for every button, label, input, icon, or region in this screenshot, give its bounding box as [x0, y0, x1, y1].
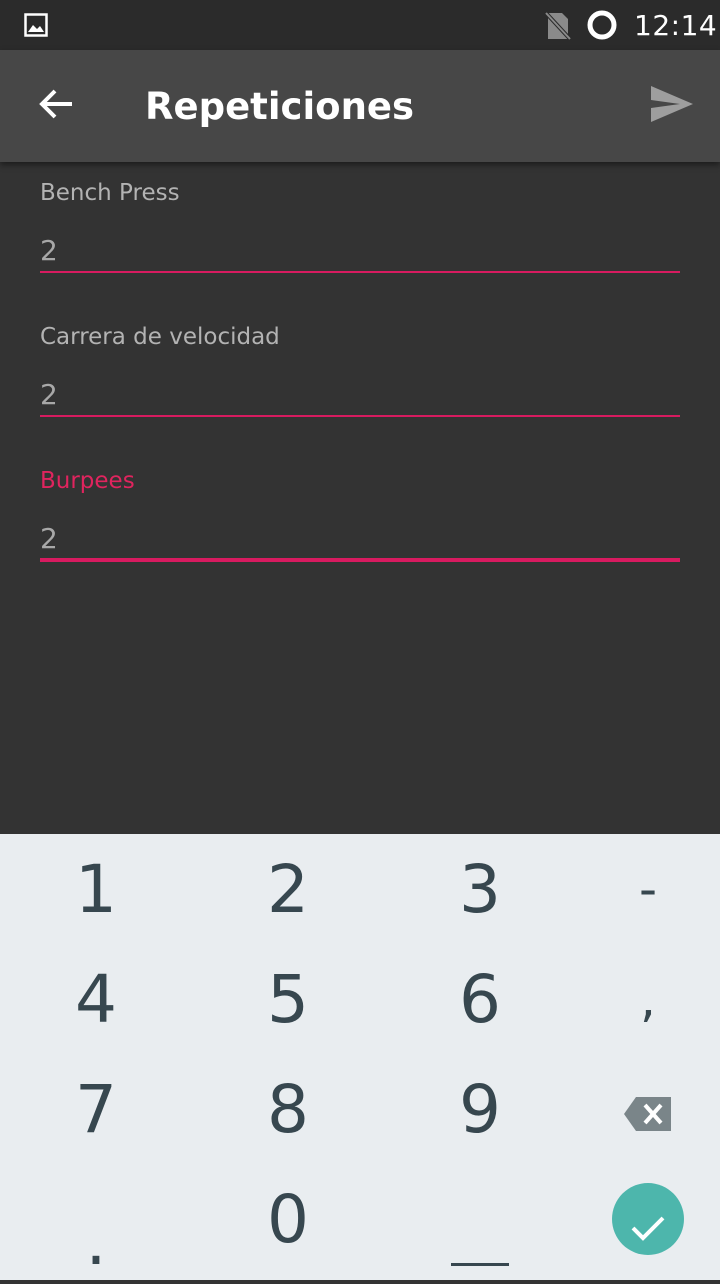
send-icon [650, 85, 694, 128]
checkmark-icon [630, 1181, 666, 1258]
back-button[interactable] [20, 78, 92, 134]
numeric-keyboard: 1 2 3 - 4 5 6 , 7 8 9 . 0 [0, 834, 720, 1280]
key-3[interactable]: 3 [390, 834, 570, 944]
key-0[interactable]: 0 [198, 1164, 378, 1274]
key-done[interactable] [558, 1164, 720, 1274]
field-label: Burpees [40, 468, 135, 494]
field-underline [40, 271, 680, 273]
field-input[interactable]: 2 [40, 378, 58, 411]
key-minus[interactable]: - [558, 834, 720, 944]
status-clock: 12:14 [634, 9, 718, 42]
status-bar: 12:14 [0, 0, 720, 50]
gallery-icon [24, 13, 48, 42]
key-comma[interactable]: , [558, 944, 720, 1054]
key-space[interactable] [390, 1164, 570, 1274]
key-4[interactable]: 4 [6, 944, 186, 1054]
battery-ring-icon [586, 9, 618, 46]
field-label: Bench Press [40, 180, 180, 206]
key-label: . [85, 1202, 107, 1280]
key-1[interactable]: 1 [6, 834, 186, 944]
field-label: Carrera de velocidad [40, 324, 280, 350]
field-carrera-de-velocidad[interactable]: Carrera de velocidad 2 [40, 306, 680, 418]
no-sim-icon [544, 11, 572, 46]
space-icon [451, 1207, 509, 1284]
field-burpees[interactable]: Burpees 2 [40, 450, 680, 562]
key-2[interactable]: 2 [198, 834, 378, 944]
send-button[interactable] [636, 78, 708, 134]
app-bar: Repeticiones [0, 50, 720, 162]
field-underline [40, 415, 680, 417]
key-5[interactable]: 5 [198, 944, 378, 1054]
arrow-back-icon [38, 88, 74, 125]
backspace-icon [623, 1071, 673, 1148]
page-title: Repeticiones [145, 85, 415, 128]
key-6[interactable]: 6 [390, 944, 570, 1054]
key-8[interactable]: 8 [198, 1054, 378, 1164]
key-period[interactable]: . [6, 1164, 186, 1280]
key-9[interactable]: 9 [390, 1054, 570, 1164]
key-backspace[interactable] [558, 1054, 720, 1164]
field-underline [40, 558, 680, 562]
key-7[interactable]: 7 [6, 1054, 186, 1164]
field-input[interactable]: 2 [40, 522, 58, 555]
field-bench-press[interactable]: Bench Press 2 [40, 162, 680, 274]
done-button[interactable] [612, 1183, 684, 1255]
field-input[interactable]: 2 [40, 234, 58, 267]
